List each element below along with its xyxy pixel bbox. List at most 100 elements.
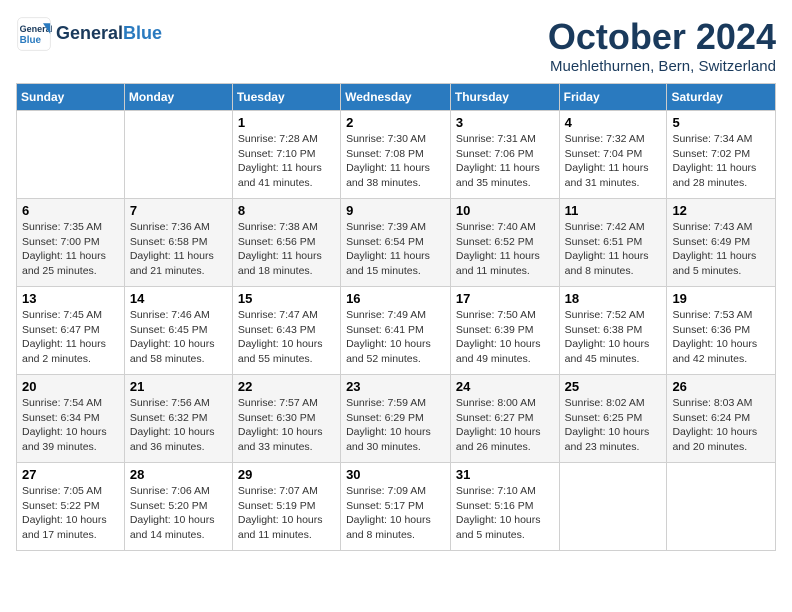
calendar-week-row: 13Sunrise: 7:45 AMSunset: 6:47 PMDayligh… xyxy=(17,287,776,375)
day-number: 12 xyxy=(672,203,770,218)
title-block: October 2024 Muehlethurnen, Bern, Switze… xyxy=(548,16,776,75)
logo-text: GeneralBlue xyxy=(56,24,162,44)
calendar-cell: 16Sunrise: 7:49 AMSunset: 6:41 PMDayligh… xyxy=(341,287,451,375)
day-info: Sunrise: 7:50 AMSunset: 6:39 PMDaylight:… xyxy=(456,308,554,367)
day-info: Sunrise: 7:56 AMSunset: 6:32 PMDaylight:… xyxy=(130,396,227,455)
calendar-cell: 6Sunrise: 7:35 AMSunset: 7:00 PMDaylight… xyxy=(17,199,125,287)
calendar-cell xyxy=(667,463,776,551)
calendar-cell: 2Sunrise: 7:30 AMSunset: 7:08 PMDaylight… xyxy=(341,111,451,199)
calendar-cell: 5 Sunrise: 7:34 AMSunset: 7:02 PMDaylight… xyxy=(667,111,776,199)
day-number: 22 xyxy=(238,379,335,394)
day-of-week-header: Tuesday xyxy=(232,84,340,111)
calendar-cell: 29Sunrise: 7:07 AMSunset: 5:19 PMDayligh… xyxy=(232,463,340,551)
calendar-cell: 31Sunrise: 7:10 AMSunset: 5:16 PMDayligh… xyxy=(450,463,559,551)
day-number: 8 xyxy=(238,203,335,218)
day-number: 30 xyxy=(346,467,445,482)
calendar-cell: 19 Sunrise: 7:53 AMSunset: 6:36 PMDayligh… xyxy=(667,287,776,375)
day-number: 20 xyxy=(22,379,119,394)
day-of-week-header: Thursday xyxy=(450,84,559,111)
day-of-week-header: Wednesday xyxy=(341,84,451,111)
day-number: 18 xyxy=(565,291,662,306)
calendar-cell: 14Sunrise: 7:46 AMSunset: 6:45 PMDayligh… xyxy=(124,287,232,375)
calendar-cell: 3 Sunrise: 7:31 AMSunset: 7:06 PMDaylight… xyxy=(450,111,559,199)
day-info: Sunrise: 7:05 AMSunset: 5:22 PMDaylight:… xyxy=(22,484,119,543)
calendar-body: 1Sunrise: 7:28 AMSunset: 7:10 PMDaylight… xyxy=(17,111,776,551)
page-header: General Blue GeneralBlue October 2024 Mu… xyxy=(16,16,776,75)
day-number: 5 xyxy=(672,115,770,130)
calendar-cell xyxy=(124,111,232,199)
calendar-table: SundayMondayTuesdayWednesdayThursdayFrid… xyxy=(16,83,776,551)
calendar-cell: 10 Sunrise: 7:40 AMSunset: 6:52 PMDayligh… xyxy=(450,199,559,287)
location: Muehlethurnen, Bern, Switzerland xyxy=(548,58,776,75)
calendar-cell: 22Sunrise: 7:57 AMSunset: 6:30 PMDayligh… xyxy=(232,375,340,463)
day-number: 4 xyxy=(565,115,662,130)
svg-text:Blue: Blue xyxy=(20,35,42,46)
day-info: Sunrise: 7:35 AMSunset: 7:00 PMDaylight:… xyxy=(22,220,119,279)
day-number: 21 xyxy=(130,379,227,394)
day-info: Sunrise: 7:34 AMSunset: 7:02 PMDaylight:… xyxy=(672,132,770,191)
day-info: Sunrise: 8:00 AMSunset: 6:27 PMDaylight:… xyxy=(456,396,554,455)
day-number: 14 xyxy=(130,291,227,306)
calendar-cell: 27 Sunrise: 7:05 AMSunset: 5:22 PMDayligh… xyxy=(17,463,125,551)
day-number: 17 xyxy=(456,291,554,306)
logo-icon: General Blue xyxy=(16,16,52,52)
calendar-week-row: 1Sunrise: 7:28 AMSunset: 7:10 PMDaylight… xyxy=(17,111,776,199)
day-info: Sunrise: 7:31 AMSunset: 7:06 PMDaylight:… xyxy=(456,132,554,191)
calendar-cell: 17 Sunrise: 7:50 AMSunset: 6:39 PMDayligh… xyxy=(450,287,559,375)
calendar-cell: 28 Sunrise: 7:06 AMSunset: 5:20 PMDayligh… xyxy=(124,463,232,551)
day-info: Sunrise: 8:03 AMSunset: 6:24 PMDaylight:… xyxy=(672,396,770,455)
day-info: Sunrise: 7:09 AMSunset: 5:17 PMDaylight:… xyxy=(346,484,445,543)
calendar-cell xyxy=(559,463,667,551)
day-number: 7 xyxy=(130,203,227,218)
calendar-cell: 20 Sunrise: 7:54 AMSunset: 6:34 PMDayligh… xyxy=(17,375,125,463)
day-info: Sunrise: 7:10 AMSunset: 5:16 PMDaylight:… xyxy=(456,484,554,543)
day-info: Sunrise: 7:39 AMSunset: 6:54 PMDaylight:… xyxy=(346,220,445,279)
calendar-week-row: 20 Sunrise: 7:54 AMSunset: 6:34 PMDayligh… xyxy=(17,375,776,463)
day-number: 24 xyxy=(456,379,554,394)
calendar-cell: 12 Sunrise: 7:43 AMSunset: 6:49 PMDayligh… xyxy=(667,199,776,287)
calendar-cell: 21 Sunrise: 7:56 AMSunset: 6:32 PMDayligh… xyxy=(124,375,232,463)
day-info: Sunrise: 7:36 AMSunset: 6:58 PMDaylight:… xyxy=(130,220,227,279)
day-info: Sunrise: 7:45 AMSunset: 6:47 PMDaylight:… xyxy=(22,308,119,367)
calendar-cell: 23 Sunrise: 7:59 AMSunset: 6:29 PMDayligh… xyxy=(341,375,451,463)
day-info: Sunrise: 7:59 AMSunset: 6:29 PMDaylight:… xyxy=(346,396,445,455)
calendar-cell: 11 Sunrise: 7:42 AMSunset: 6:51 PMDayligh… xyxy=(559,199,667,287)
calendar-cell: 30 Sunrise: 7:09 AMSunset: 5:17 PMDayligh… xyxy=(341,463,451,551)
calendar-cell: 25Sunrise: 8:02 AMSunset: 6:25 PMDayligh… xyxy=(559,375,667,463)
day-number: 23 xyxy=(346,379,445,394)
day-info: Sunrise: 7:54 AMSunset: 6:34 PMDaylight:… xyxy=(22,396,119,455)
calendar-cell: 1Sunrise: 7:28 AMSunset: 7:10 PMDaylight… xyxy=(232,111,340,199)
month-title: October 2024 xyxy=(548,16,776,58)
day-of-week-header: Saturday xyxy=(667,84,776,111)
calendar-week-row: 27 Sunrise: 7:05 AMSunset: 5:22 PMDayligh… xyxy=(17,463,776,551)
day-number: 2 xyxy=(346,115,445,130)
day-number: 3 xyxy=(456,115,554,130)
day-number: 25 xyxy=(565,379,662,394)
day-info: Sunrise: 7:43 AMSunset: 6:49 PMDaylight:… xyxy=(672,220,770,279)
day-info: Sunrise: 7:53 AMSunset: 6:36 PMDaylight:… xyxy=(672,308,770,367)
calendar-cell: 7 Sunrise: 7:36 AMSunset: 6:58 PMDaylight… xyxy=(124,199,232,287)
day-of-week-header: Sunday xyxy=(17,84,125,111)
day-of-week-header: Friday xyxy=(559,84,667,111)
calendar-cell: 8 Sunrise: 7:38 AMSunset: 6:56 PMDaylight… xyxy=(232,199,340,287)
day-info: Sunrise: 7:06 AMSunset: 5:20 PMDaylight:… xyxy=(130,484,227,543)
day-number: 27 xyxy=(22,467,119,482)
day-info: Sunrise: 7:47 AMSunset: 6:43 PMDaylight:… xyxy=(238,308,335,367)
day-number: 10 xyxy=(456,203,554,218)
day-number: 28 xyxy=(130,467,227,482)
day-info: Sunrise: 7:38 AMSunset: 6:56 PMDaylight:… xyxy=(238,220,335,279)
day-info: Sunrise: 7:32 AMSunset: 7:04 PMDaylight:… xyxy=(565,132,662,191)
calendar-cell: 4 Sunrise: 7:32 AMSunset: 7:04 PMDaylight… xyxy=(559,111,667,199)
calendar-cell: 9Sunrise: 7:39 AMSunset: 6:54 PMDaylight… xyxy=(341,199,451,287)
logo: General Blue GeneralBlue xyxy=(16,16,162,52)
day-number: 19 xyxy=(672,291,770,306)
day-info: Sunrise: 7:28 AMSunset: 7:10 PMDaylight:… xyxy=(238,132,335,191)
calendar-cell: 15Sunrise: 7:47 AMSunset: 6:43 PMDayligh… xyxy=(232,287,340,375)
day-number: 11 xyxy=(565,203,662,218)
day-info: Sunrise: 7:40 AMSunset: 6:52 PMDaylight:… xyxy=(456,220,554,279)
day-number: 29 xyxy=(238,467,335,482)
calendar-week-row: 6Sunrise: 7:35 AMSunset: 7:00 PMDaylight… xyxy=(17,199,776,287)
calendar-cell: 24 Sunrise: 8:00 AMSunset: 6:27 PMDayligh… xyxy=(450,375,559,463)
day-info: Sunrise: 7:42 AMSunset: 6:51 PMDaylight:… xyxy=(565,220,662,279)
calendar-cell xyxy=(17,111,125,199)
